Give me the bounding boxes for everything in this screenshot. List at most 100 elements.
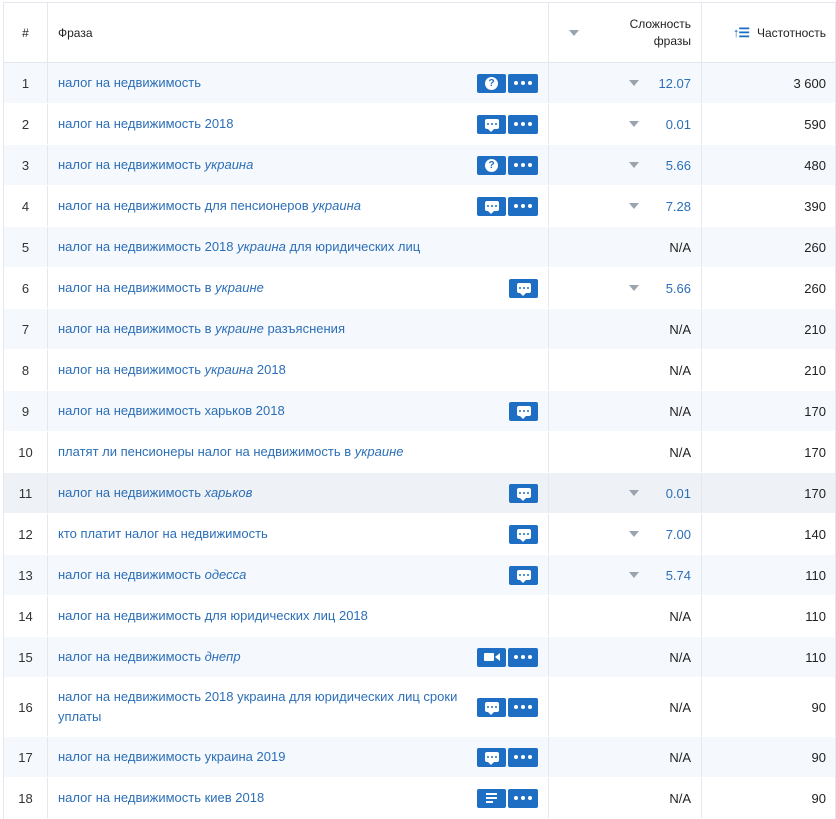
expand-arrow-icon[interactable] <box>629 121 639 127</box>
expand-arrow-icon[interactable] <box>629 572 639 578</box>
phrase-link[interactable]: налог на недвижимость в украине <box>58 278 264 298</box>
difficulty-value[interactable]: 0.01 <box>657 486 691 501</box>
phrase-cell: налог на недвижимость харьков <box>48 473 549 513</box>
phrase-link[interactable]: налог на недвижимость <box>58 73 201 93</box>
frequency-value: 90 <box>811 699 826 715</box>
chat-button[interactable] <box>477 196 506 216</box>
expand-arrow-icon[interactable] <box>629 203 639 209</box>
expand-arrow-icon[interactable] <box>629 490 639 496</box>
col-header-frequency[interactable]: ↑☰ Частотность <box>702 3 835 62</box>
phrase-link[interactable]: налог на недвижимость 2018 украина для ю… <box>58 687 458 727</box>
difficulty-cell: 5.66 <box>549 145 702 185</box>
question-button[interactable]: ? <box>477 155 506 175</box>
difficulty-value[interactable]: 12.07 <box>657 76 691 91</box>
phrase-link[interactable]: налог на недвижимость украина 2018 <box>58 360 286 380</box>
phrase-actions <box>477 747 538 767</box>
phrase-link[interactable]: налог на недвижимость харьков <box>58 483 252 503</box>
video-button[interactable] <box>477 647 506 667</box>
chat-button[interactable] <box>509 401 538 421</box>
phrase-link[interactable]: налог на недвижимость одесса <box>58 565 246 585</box>
chat-button[interactable] <box>477 697 506 717</box>
frequency-value: 140 <box>804 526 826 542</box>
expand-arrow-icon[interactable] <box>629 80 639 86</box>
phrase-link[interactable]: налог на недвижимость харьков 2018 <box>58 401 285 421</box>
difficulty-cell: 0.01 <box>549 473 702 513</box>
phrase-link[interactable]: кто платит налог на недвижимость <box>58 524 268 544</box>
chat-button[interactable] <box>477 114 506 134</box>
phrase-cell: налог на недвижимость харьков 2018 <box>48 391 549 431</box>
table-row: 2 налог на недвижимость 2018 0.01 590 <box>4 104 835 145</box>
col-header-phrase[interactable]: Фраза <box>48 3 549 62</box>
difficulty-value[interactable]: 5.66 <box>657 281 691 296</box>
phrase-link[interactable]: платят ли пенсионеры налог на недвижимос… <box>58 442 403 462</box>
difficulty-value[interactable]: 7.00 <box>657 527 691 542</box>
chat-button[interactable] <box>477 747 506 767</box>
expand-arrow-icon[interactable] <box>629 162 639 168</box>
phrase-cell: налог на недвижимость в украине разъясне… <box>48 309 549 349</box>
chat-button[interactable] <box>509 483 538 503</box>
question-button[interactable]: ? <box>477 73 506 93</box>
difficulty-value[interactable]: 7.28 <box>657 199 691 214</box>
frequency-value: 260 <box>804 239 826 255</box>
expand-arrow-icon[interactable] <box>629 531 639 537</box>
phrase-actions: ? <box>477 73 538 93</box>
table-row: 18 налог на недвижимость киев 2018 N/A 90 <box>4 778 835 819</box>
phrase-link[interactable]: налог на недвижимость 2018 украина для ю… <box>58 237 420 257</box>
difficulty-cell: 7.00 <box>549 514 702 554</box>
more-button[interactable] <box>508 114 538 134</box>
phrase-actions <box>477 788 538 808</box>
phrase-link[interactable]: налог на недвижимость в украине разъясне… <box>58 319 345 339</box>
difficulty-value: N/A <box>669 362 691 378</box>
phrase-cell: налог на недвижимость 2018 украина для ю… <box>48 678 549 736</box>
phrase-actions <box>509 278 538 298</box>
more-button[interactable] <box>508 155 538 175</box>
difficulty-cell: 7.28 <box>549 186 702 226</box>
phrase-link[interactable]: налог на недвижимость киев 2018 <box>58 788 264 808</box>
col-header-difficulty[interactable]: Сложность фразы <box>549 3 702 62</box>
difficulty-value: N/A <box>669 790 691 806</box>
table-row: 7 налог на недвижимость в украине разъясн… <box>4 309 835 350</box>
difficulty-value[interactable]: 5.74 <box>657 568 691 583</box>
more-icon <box>514 122 532 126</box>
difficulty-cell: 5.74 <box>549 555 702 595</box>
list-button[interactable] <box>477 788 506 808</box>
expand-arrow-icon[interactable] <box>629 285 639 291</box>
more-icon <box>514 655 532 659</box>
phrase-actions <box>477 196 538 216</box>
phrase-cell: платят ли пенсионеры налог на недвижимос… <box>48 432 549 472</box>
chat-button[interactable] <box>509 565 538 585</box>
difficulty-cell: 12.07 <box>549 63 702 103</box>
more-icon <box>514 796 532 800</box>
chat-button[interactable] <box>509 278 538 298</box>
phrase-actions <box>509 483 538 503</box>
chat-icon <box>516 283 531 296</box>
more-icon <box>514 81 532 85</box>
phrase-link[interactable]: налог на недвижимость украина 2019 <box>58 747 285 767</box>
frequency-value: 3 600 <box>793 75 826 91</box>
phrase-link[interactable]: налог на недвижимость для пенсионеров ук… <box>58 196 361 216</box>
more-button[interactable] <box>508 196 538 216</box>
more-button[interactable] <box>508 73 538 93</box>
phrase-cell: налог на недвижимость для юридических ли… <box>48 596 549 636</box>
phrase-cell: налог на недвижимость 2018 <box>48 104 549 144</box>
more-button[interactable] <box>508 697 538 717</box>
more-button[interactable] <box>508 647 538 667</box>
phrase-actions <box>477 114 538 134</box>
chat-icon <box>484 752 499 765</box>
sort-ascending-icon[interactable]: ↑☰ <box>733 25 750 41</box>
row-number: 7 <box>4 309 48 349</box>
row-number: 11 <box>4 473 48 513</box>
difficulty-value[interactable]: 5.66 <box>657 158 691 173</box>
more-button[interactable] <box>508 788 538 808</box>
phrase-link[interactable]: налог на недвижимость 2018 <box>58 114 234 134</box>
filter-dropdown-icon[interactable] <box>569 29 579 36</box>
phrase-link[interactable]: налог на недвижимость днепр <box>58 647 241 667</box>
table-row: 3 налог на недвижимость украина? 5.66 480 <box>4 145 835 186</box>
difficulty-cell: N/A <box>549 391 702 431</box>
phrase-link[interactable]: налог на недвижимость украина <box>58 155 253 175</box>
phrase-cell: налог на недвижимость одесса <box>48 555 549 595</box>
more-button[interactable] <box>508 747 538 767</box>
phrase-link[interactable]: налог на недвижимость для юридических ли… <box>58 606 368 626</box>
difficulty-value[interactable]: 0.01 <box>657 117 691 132</box>
chat-button[interactable] <box>509 524 538 544</box>
